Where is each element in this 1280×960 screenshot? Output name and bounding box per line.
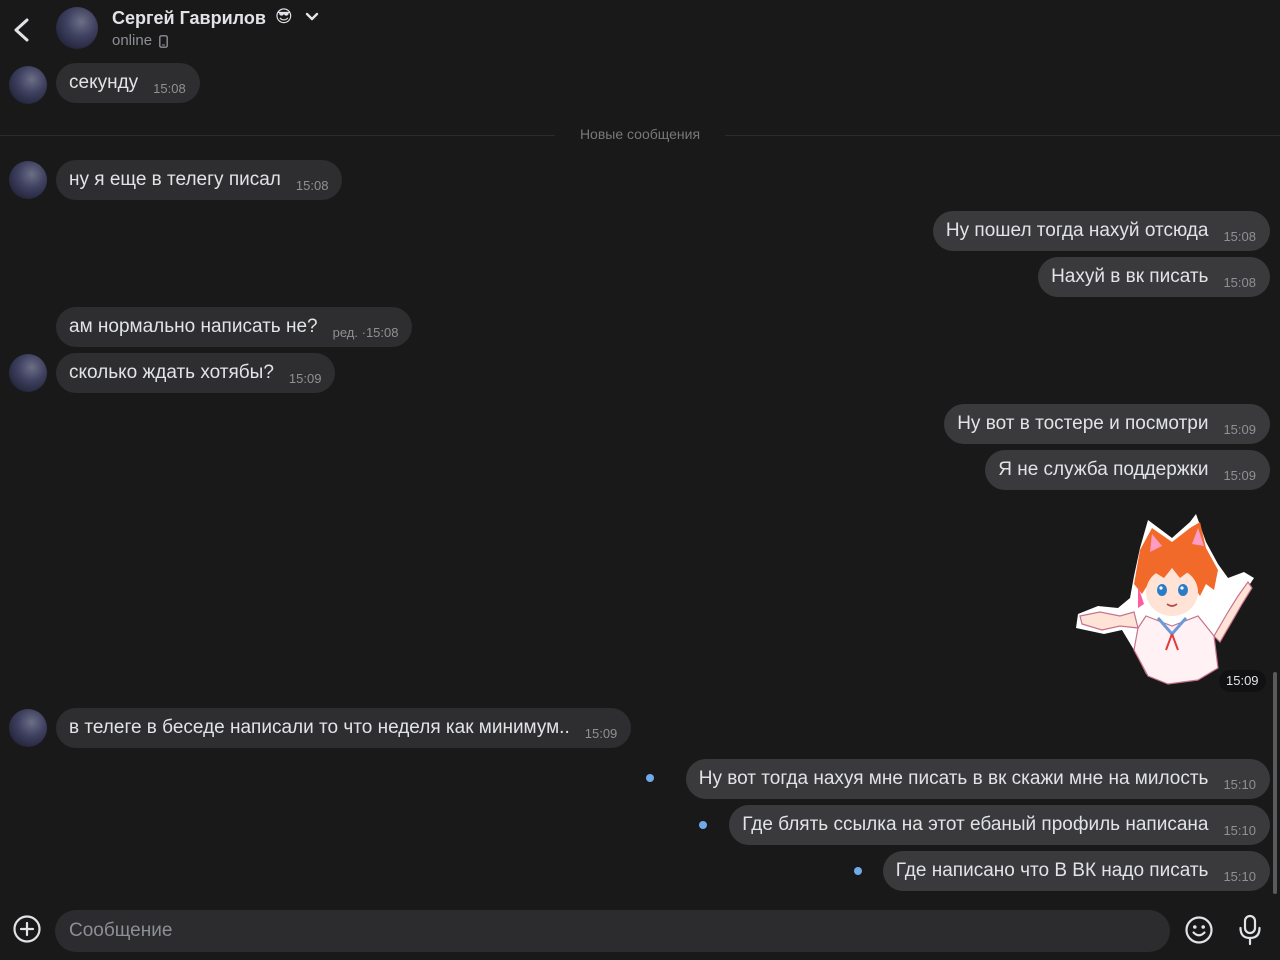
message-bubble-incoming[interactable]: в телеге в беседе написали то что неделя… <box>56 708 632 748</box>
message-bubble-outgoing[interactable]: Я не служба поддержки 15:09 <box>985 450 1270 490</box>
back-arrow-icon[interactable] <box>10 14 34 46</box>
phone-icon <box>159 35 168 48</box>
message-edited-label: ред. <box>333 325 366 340</box>
peer-avatar[interactable] <box>9 66 47 104</box>
peer-emoji-status: 😎 <box>275 7 293 26</box>
message-time: 15:08 <box>153 80 186 96</box>
peer-avatar[interactable] <box>9 709 47 747</box>
message-time: 15:09 <box>584 725 618 741</box>
message-text: Где написано что В ВК надо писать <box>895 860 1209 881</box>
message-time: 15:09 <box>1223 467 1256 483</box>
message-bubble-outgoing[interactable]: Нахуй в вк писать 15:08 <box>1038 257 1270 297</box>
message-text: Ну пошел тогда нахуй отсюда <box>945 220 1209 241</box>
message-bubble-outgoing[interactable]: Ну вот тогда нахуя мне писать в вк скажи… <box>685 759 1270 799</box>
message-text: Нахуй в вк писать <box>1051 266 1209 287</box>
peer-avatar[interactable] <box>9 354 47 392</box>
message-time: 15:10 <box>1223 776 1256 792</box>
peer-avatar[interactable] <box>56 7 98 49</box>
chat-header: Сергей Гаврилов 😎 online <box>0 0 1280 58</box>
message-bubble-incoming[interactable]: сколько ждать хотябы? 15:09 <box>56 353 336 393</box>
message-text: Ну вот тогда нахуя мне писать в вк скажи… <box>698 768 1209 789</box>
chevron-down-icon[interactable] <box>305 12 319 22</box>
anime-fox-girl-sticker[interactable] <box>1068 508 1273 688</box>
message-time: 15:08 <box>295 177 329 193</box>
message-time: 15:08 <box>1223 274 1256 290</box>
new-messages-label: Новые сообщения <box>555 126 725 142</box>
message-bubble-outgoing[interactable]: Где блять ссылка на этот ебаный профиль … <box>729 805 1270 845</box>
plus-circle-icon[interactable] <box>12 914 42 944</box>
message-time: 15:09 <box>1223 421 1256 437</box>
message-bubble-incoming[interactable]: ну я еще в телегу писал 15:08 <box>56 160 343 200</box>
message-text: сколько ждать хотябы? <box>69 362 274 383</box>
message-text: ну я еще в телегу писал <box>69 169 281 190</box>
scrollbar[interactable] <box>1273 672 1277 894</box>
message-time: 15:08 <box>1223 228 1256 244</box>
message-text: ам нормально написать не? <box>69 316 318 337</box>
peer-status: online <box>112 32 153 49</box>
message-bubble-incoming[interactable]: ам нормально написать не? ред. 15:08 <box>56 307 413 347</box>
message-bubble-incoming[interactable]: секунду 15:08 <box>56 63 200 103</box>
peer-name[interactable]: Сергей Гаврилов <box>112 8 266 29</box>
message-text: секунду <box>69 72 139 93</box>
message-bubble-outgoing[interactable]: Где написано что В ВК надо писать 15:10 <box>882 851 1270 891</box>
unread-indicator <box>854 867 862 875</box>
microphone-icon[interactable] <box>1237 914 1263 946</box>
message-text: Где блять ссылка на этот ебаный профиль … <box>742 814 1209 835</box>
chat-window: Сергей Гаврилов 😎 online секунду 15:08 Н… <box>0 0 1280 960</box>
peer-avatar[interactable] <box>9 161 47 199</box>
message-input[interactable] <box>55 910 1170 952</box>
emoji-icon[interactable] <box>1184 915 1214 945</box>
message-text: в телеге в беседе написали то что неделя… <box>69 717 570 738</box>
message-time: 15:10 <box>1223 822 1256 838</box>
message-text: Ну вот в тостере и посмотри <box>957 413 1209 434</box>
message-time: 15:09 <box>288 370 322 386</box>
unread-indicator <box>646 774 654 782</box>
message-bubble-outgoing[interactable]: Ну пошел тогда нахуй отсюда 15:08 <box>932 211 1270 251</box>
message-text: Я не служба поддержки <box>998 459 1209 480</box>
message-time: 15:10 <box>1223 868 1256 884</box>
message-time: 15:08 <box>365 324 399 340</box>
sticker-time: 15:09 <box>1219 670 1266 692</box>
unread-indicator <box>699 821 707 829</box>
message-bubble-outgoing[interactable]: Ну вот в тостере и посмотри 15:09 <box>944 404 1270 444</box>
